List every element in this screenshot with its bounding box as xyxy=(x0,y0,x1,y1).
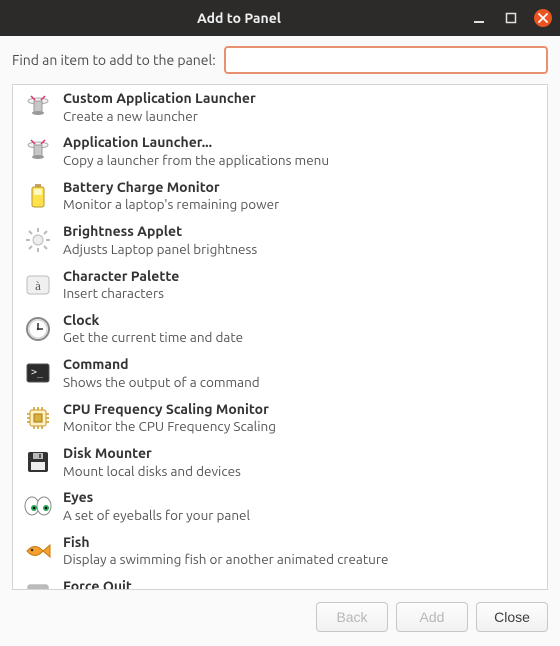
list-item[interactable]: >_ CommandShows the output of a command xyxy=(13,351,547,395)
list-item-name: Brightness Applet xyxy=(63,223,537,241)
list-item[interactable]: EyesA set of eyeballs for your panel xyxy=(13,484,547,528)
list-item[interactable]: ClockGet the current time and date xyxy=(13,307,547,351)
terminal-icon: >_ xyxy=(23,358,53,388)
window-title: Add to Panel xyxy=(8,10,470,26)
list-item[interactable]: FishDisplay a swimming fish or another a… xyxy=(13,529,547,573)
list-item-name: Disk Mounter xyxy=(63,445,537,463)
list-item[interactable]: Disk MounterMount local disks and device… xyxy=(13,440,547,484)
close-button[interactable]: Close xyxy=(476,602,548,632)
fish-icon xyxy=(23,536,53,566)
list-item-text: ClockGet the current time and date xyxy=(63,312,537,346)
forcequit-icon xyxy=(23,580,53,590)
list-item-desc: Get the current time and date xyxy=(63,329,537,346)
list-item-name: Force Quit xyxy=(63,578,537,590)
list-item-desc: A set of eyeballs for your panel xyxy=(63,507,537,524)
list-item-name: Clock xyxy=(63,312,537,330)
launcher-icon xyxy=(23,92,53,122)
character-icon: à xyxy=(23,270,53,300)
list-item-text: Battery Charge MonitorMonitor a laptop's… xyxy=(63,179,537,213)
launcher-icon xyxy=(23,136,53,166)
list-item-text: FishDisplay a swimming fish or another a… xyxy=(63,534,537,568)
list-item[interactable]: Force QuitForce a misbehaving applicatio… xyxy=(13,573,547,590)
close-window-button[interactable] xyxy=(534,9,552,27)
list-item[interactable]: Application Launcher...Copy a launcher f… xyxy=(13,129,547,173)
eyes-icon xyxy=(23,491,53,521)
list-item-desc: Shows the output of a command xyxy=(63,374,537,391)
back-button[interactable]: Back xyxy=(316,602,388,632)
list-item-name: Custom Application Launcher xyxy=(63,90,537,108)
list-item-name: Battery Charge Monitor xyxy=(63,179,537,197)
svg-text:>_: >_ xyxy=(31,367,44,378)
list-item[interactable]: Brightness AppletAdjusts Laptop panel br… xyxy=(13,218,547,262)
list-item-text: Application Launcher...Copy a launcher f… xyxy=(63,134,537,168)
list-item-text: Force QuitForce a misbehaving applicatio… xyxy=(63,578,537,590)
list-item-name: CPU Frequency Scaling Monitor xyxy=(63,401,537,419)
clock-icon xyxy=(23,314,53,344)
list-item-text: Character PaletteInsert characters xyxy=(63,268,537,302)
list-item-desc: Copy a launcher from the applications me… xyxy=(63,152,537,169)
list-item-desc: Display a swimming fish or another anima… xyxy=(63,551,537,568)
list-item-desc: Adjusts Laptop panel brightness xyxy=(63,241,537,258)
list-item-text: CommandShows the output of a command xyxy=(63,356,537,390)
search-label: Find an item to add to the panel: xyxy=(12,52,216,68)
list-item[interactable]: CPU Frequency Scaling MonitorMonitor the… xyxy=(13,396,547,440)
list-item-text: Disk MounterMount local disks and device… xyxy=(63,445,537,479)
list-item-name: Application Launcher... xyxy=(63,134,537,152)
list-item-desc: Create a new launcher xyxy=(63,108,537,125)
list-item-name: Fish xyxy=(63,534,537,552)
window-controls xyxy=(470,9,552,27)
list-item[interactable]: Battery Charge MonitorMonitor a laptop's… xyxy=(13,174,547,218)
cpu-icon xyxy=(23,403,53,433)
floppy-icon xyxy=(23,447,53,477)
button-bar: Back Add Close xyxy=(0,592,560,646)
battery-icon xyxy=(23,181,53,211)
search-row: Find an item to add to the panel: xyxy=(0,36,560,84)
brightness-icon xyxy=(23,225,53,255)
add-button[interactable]: Add xyxy=(396,602,468,632)
list-item-desc: Mount local disks and devices xyxy=(63,463,537,480)
list-item-name: Command xyxy=(63,356,537,374)
list-item-text: Brightness AppletAdjusts Laptop panel br… xyxy=(63,223,537,257)
list-item[interactable]: Custom Application LauncherCreate a new … xyxy=(13,85,547,129)
minimize-button[interactable] xyxy=(470,9,488,27)
list-item[interactable]: à Character PaletteInsert characters xyxy=(13,263,547,307)
list-item-text: CPU Frequency Scaling MonitorMonitor the… xyxy=(63,401,537,435)
list-item-desc: Monitor the CPU Frequency Scaling xyxy=(63,418,537,435)
list-item-text: EyesA set of eyeballs for your panel xyxy=(63,489,537,523)
maximize-button[interactable] xyxy=(502,9,520,27)
list-item-name: Character Palette xyxy=(63,268,537,286)
list-item-desc: Monitor a laptop's remaining power xyxy=(63,196,537,213)
list-item-desc: Insert characters xyxy=(63,285,537,302)
search-input[interactable] xyxy=(224,46,548,74)
svg-text:à: à xyxy=(35,278,41,293)
list-item-name: Eyes xyxy=(63,489,537,507)
titlebar: Add to Panel xyxy=(0,0,560,36)
list-item-text: Custom Application LauncherCreate a new … xyxy=(63,90,537,124)
applet-list[interactable]: Custom Application LauncherCreate a new … xyxy=(12,84,548,590)
